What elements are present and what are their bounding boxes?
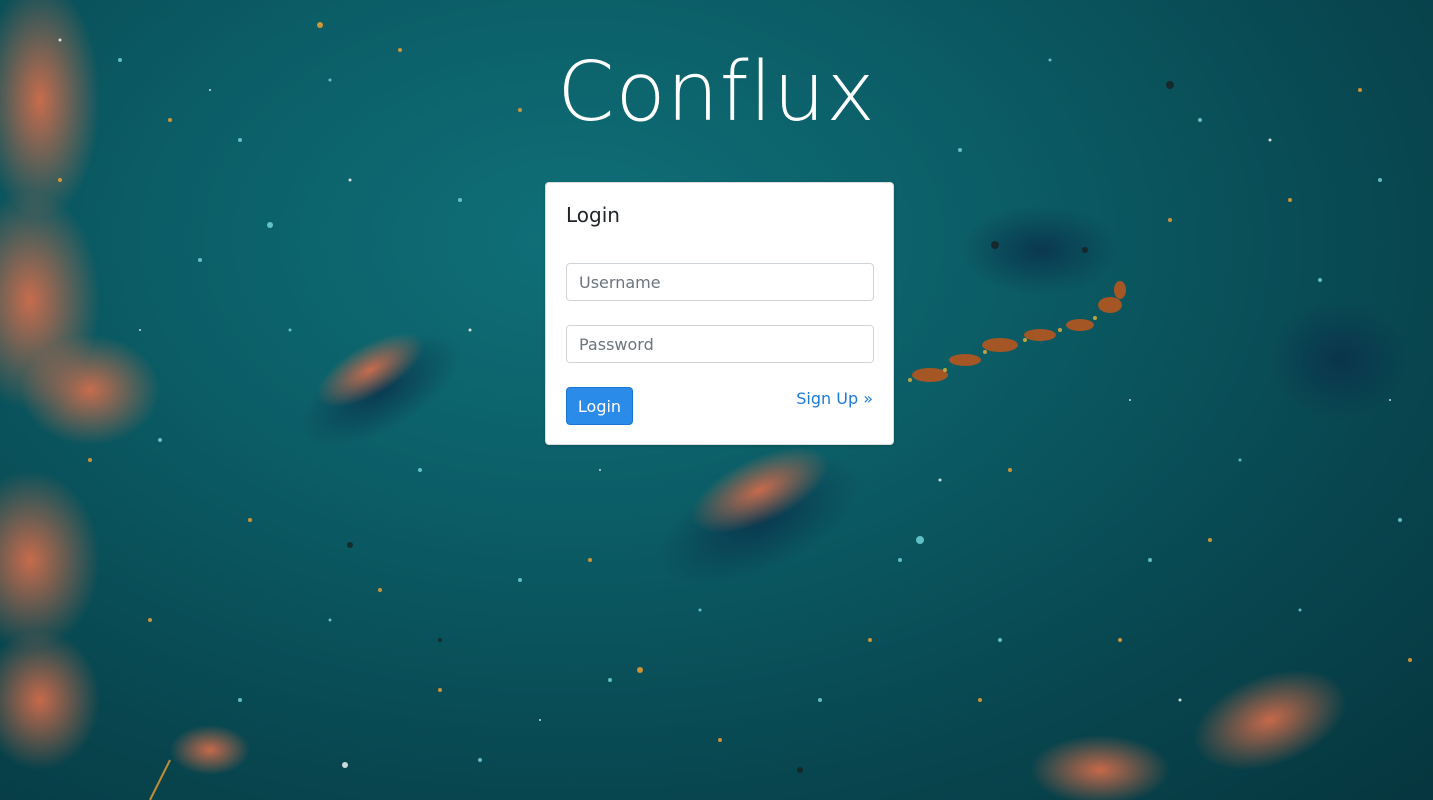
login-button[interactable]: Login [566, 387, 633, 425]
username-input[interactable] [566, 263, 874, 301]
login-page: Conflux Login Login Sign Up » [0, 0, 1433, 800]
login-heading: Login [566, 203, 620, 227]
password-input[interactable] [566, 325, 874, 363]
app-title: Conflux [557, 45, 876, 140]
signup-link[interactable]: Sign Up » [796, 389, 873, 408]
login-card: Login Login Sign Up » [545, 182, 894, 445]
